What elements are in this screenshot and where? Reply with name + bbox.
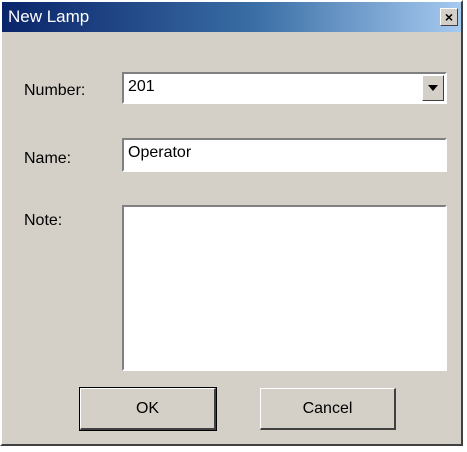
cancel-button-label: Cancel [302, 399, 353, 417]
window-title: New Lamp [8, 7, 90, 26]
dropdown-button[interactable] [422, 75, 444, 101]
name-label: Name: [24, 150, 72, 167]
close-icon: × [444, 9, 454, 25]
name-field[interactable]: Operator [122, 138, 447, 172]
number-label: Number: [24, 82, 86, 99]
note-textarea[interactable] [122, 205, 447, 371]
ok-button-label: OK [135, 399, 160, 417]
name-value: Operator [128, 144, 192, 161]
new-lamp-dialog: New Lamp × Number: 201 Name: Operator No… [0, 0, 463, 446]
chevron-down-icon [428, 85, 438, 91]
title-bar[interactable]: New Lamp × [2, 2, 461, 32]
number-dropdown[interactable]: 201 [122, 72, 447, 104]
number-value: 201 [128, 78, 155, 95]
note-label: Note: [24, 212, 63, 229]
close-button[interactable]: × [440, 8, 458, 26]
ok-button[interactable]: OK [79, 387, 217, 431]
cancel-button[interactable]: Cancel [260, 388, 396, 430]
